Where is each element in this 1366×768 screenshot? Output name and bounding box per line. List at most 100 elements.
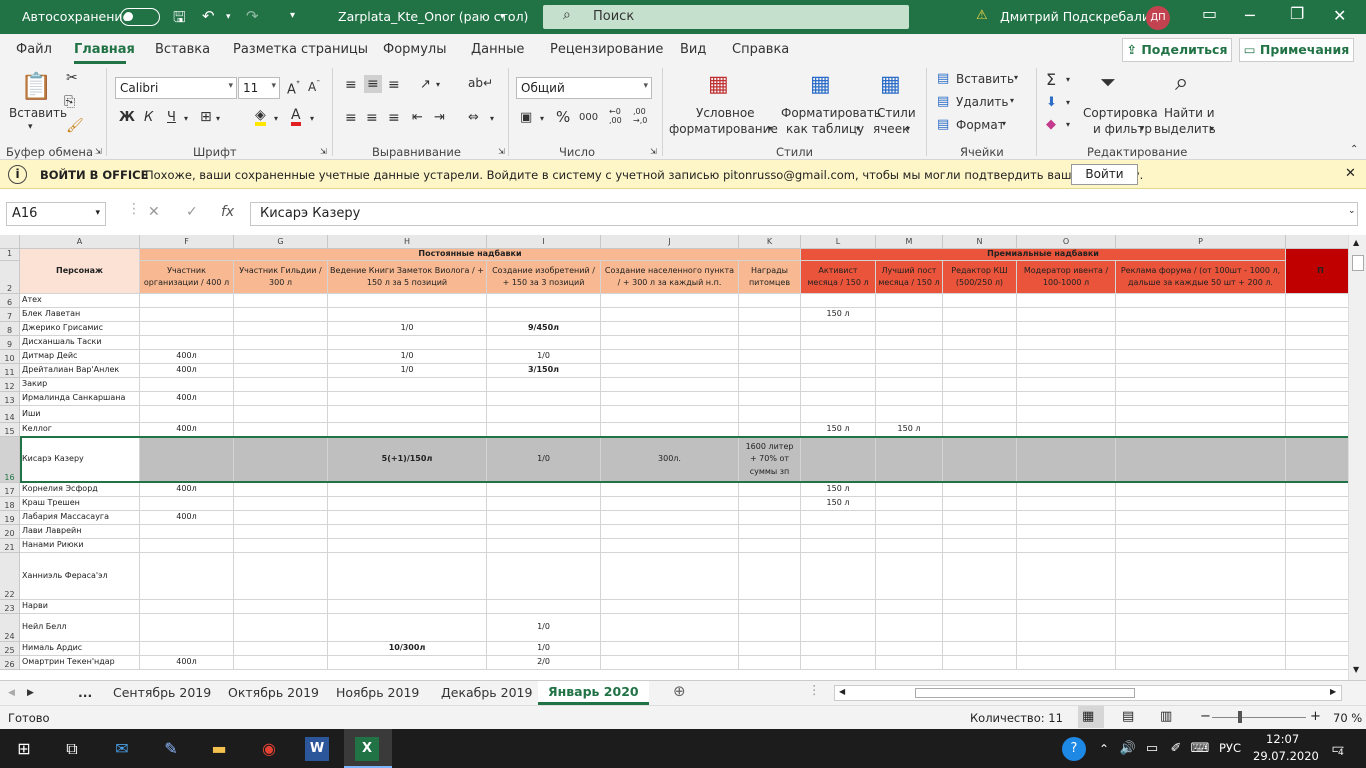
sign-in-button[interactable]: Войти [1071,164,1138,185]
format-as-table-label-1[interactable]: Форматировать [781,106,881,120]
column-header[interactable]: F [140,235,234,249]
value-cell[interactable] [487,378,601,392]
value-cell[interactable] [739,656,801,670]
value-cell[interactable] [943,308,1017,322]
scroll-down-icon[interactable]: ▼ [1353,665,1359,674]
value-cell[interactable] [801,406,876,423]
row-header[interactable]: 1 [0,249,20,261]
paste-button-label[interactable]: Вставить [9,106,67,120]
value-cell[interactable] [234,642,328,656]
value-cell[interactable] [1017,406,1116,423]
value-cell[interactable] [801,336,876,350]
row-header[interactable]: 7 [0,308,20,322]
share-button[interactable]: ⇪ Поделиться [1122,38,1232,62]
insert-cells-icon[interactable]: ▤ [937,71,949,86]
value-cell[interactable] [1017,656,1116,670]
title-dropdown-icon[interactable]: ▾ [500,12,505,22]
formula-input[interactable]: Кисарэ Казеру [250,202,1358,226]
row-header[interactable]: 8 [0,322,20,336]
value-cell[interactable] [943,525,1017,539]
borders-dropdown-icon[interactable]: ▾ [216,114,220,123]
redo-icon[interactable]: ↷ [246,7,259,25]
volume-icon[interactable]: 🔊 [1116,737,1140,761]
value-cell[interactable] [943,294,1017,308]
name-cell[interactable]: Корнелия Эсфорд [20,483,140,497]
value-cell[interactable] [739,322,801,336]
value-cell[interactable] [140,553,234,600]
value-cell[interactable] [801,614,876,642]
name-cell[interactable]: Блек Лаветан [20,308,140,322]
value-cell[interactable] [1017,497,1116,511]
column-header[interactable]: P [1116,235,1286,249]
value-cell[interactable]: 400л [140,483,234,497]
zoom-level[interactable]: 70 % [1333,711,1362,725]
row-header[interactable]: 10 [0,350,20,364]
value-cell[interactable] [140,336,234,350]
value-cell[interactable] [140,294,234,308]
name-cell[interactable]: Келлог [20,423,140,437]
value-cell[interactable] [876,378,943,392]
value-cell[interactable] [801,511,876,525]
value-cell[interactable]: 10/300л [328,642,487,656]
header-cell[interactable]: Ведение Книги Заметок Виолога / + 150 л … [328,261,487,294]
tab-insert[interactable]: Вставка [155,42,210,57]
value-cell[interactable] [140,406,234,423]
value-cell[interactable] [739,600,801,614]
value-cell[interactable] [328,525,487,539]
name-cell[interactable]: Дисханшаль Таски [20,336,140,350]
value-cell[interactable] [601,539,739,553]
value-cell[interactable] [1286,423,1348,437]
value-cell[interactable] [739,350,801,364]
clear-icon[interactable]: ◆ [1046,117,1056,132]
word-icon[interactable]: W [305,737,329,761]
search-box[interactable]: ⌕ Поиск [543,5,909,29]
value-cell[interactable] [487,483,601,497]
task-view-icon[interactable]: ⧉ [60,737,84,761]
value-cell[interactable] [601,350,739,364]
group-header-permanent[interactable]: Постоянные надбавки [140,249,801,261]
format-as-table-icon[interactable]: ▦ [810,72,831,97]
value-cell[interactable] [1286,336,1348,350]
value-cell[interactable] [739,483,801,497]
row-header[interactable]: 20 [0,525,20,539]
chevron-down-icon[interactable]: ▾ [906,124,910,133]
value-cell[interactable] [876,656,943,670]
value-cell[interactable] [876,642,943,656]
value-cell[interactable] [801,656,876,670]
value-cell[interactable] [1116,406,1286,423]
row-header[interactable]: 18 [0,497,20,511]
value-cell[interactable] [234,392,328,406]
value-cell[interactable] [328,294,487,308]
value-cell[interactable]: 400л [140,364,234,378]
cancel-entry-icon[interactable]: ✕ [148,204,160,220]
column-header[interactable]: H [328,235,487,249]
copy-icon[interactable]: ⎘ [64,94,75,110]
column-header[interactable]: A [20,235,140,249]
font-color-dropdown-icon[interactable]: ▾ [310,114,314,123]
tab-view[interactable]: Вид [680,42,706,57]
user-name[interactable]: Дмитрий Подскребалин [1000,9,1158,24]
alignment-launcher-icon[interactable]: ⇲ [498,147,505,156]
orientation-icon[interactable]: ↗ [420,77,431,92]
file-explorer-icon[interactable]: ▬ [207,737,231,761]
value-cell[interactable]: 150 л [801,497,876,511]
value-cell[interactable] [876,406,943,423]
value-cell[interactable] [601,497,739,511]
value-cell[interactable] [739,525,801,539]
value-cell[interactable] [1116,511,1286,525]
row-header[interactable]: 16 [0,437,20,483]
value-cell[interactable] [601,392,739,406]
tab-data[interactable]: Данные [471,42,524,57]
align-middle-icon[interactable]: ≡ [364,75,382,93]
value-cell[interactable] [328,656,487,670]
value-cell[interactable] [234,294,328,308]
value-cell[interactable] [943,322,1017,336]
value-cell[interactable] [739,364,801,378]
column-header[interactable] [1286,235,1348,249]
value-cell[interactable] [1116,525,1286,539]
sort-filter-icon[interactable]: ⏷ [1100,70,1116,94]
header-cell[interactable]: Редактор КШ (500/250 л) [943,261,1017,294]
comma-style-icon[interactable]: 000 [579,112,598,123]
value-cell[interactable] [876,308,943,322]
font-name-combo[interactable]: Calibri ▾ [115,77,237,99]
